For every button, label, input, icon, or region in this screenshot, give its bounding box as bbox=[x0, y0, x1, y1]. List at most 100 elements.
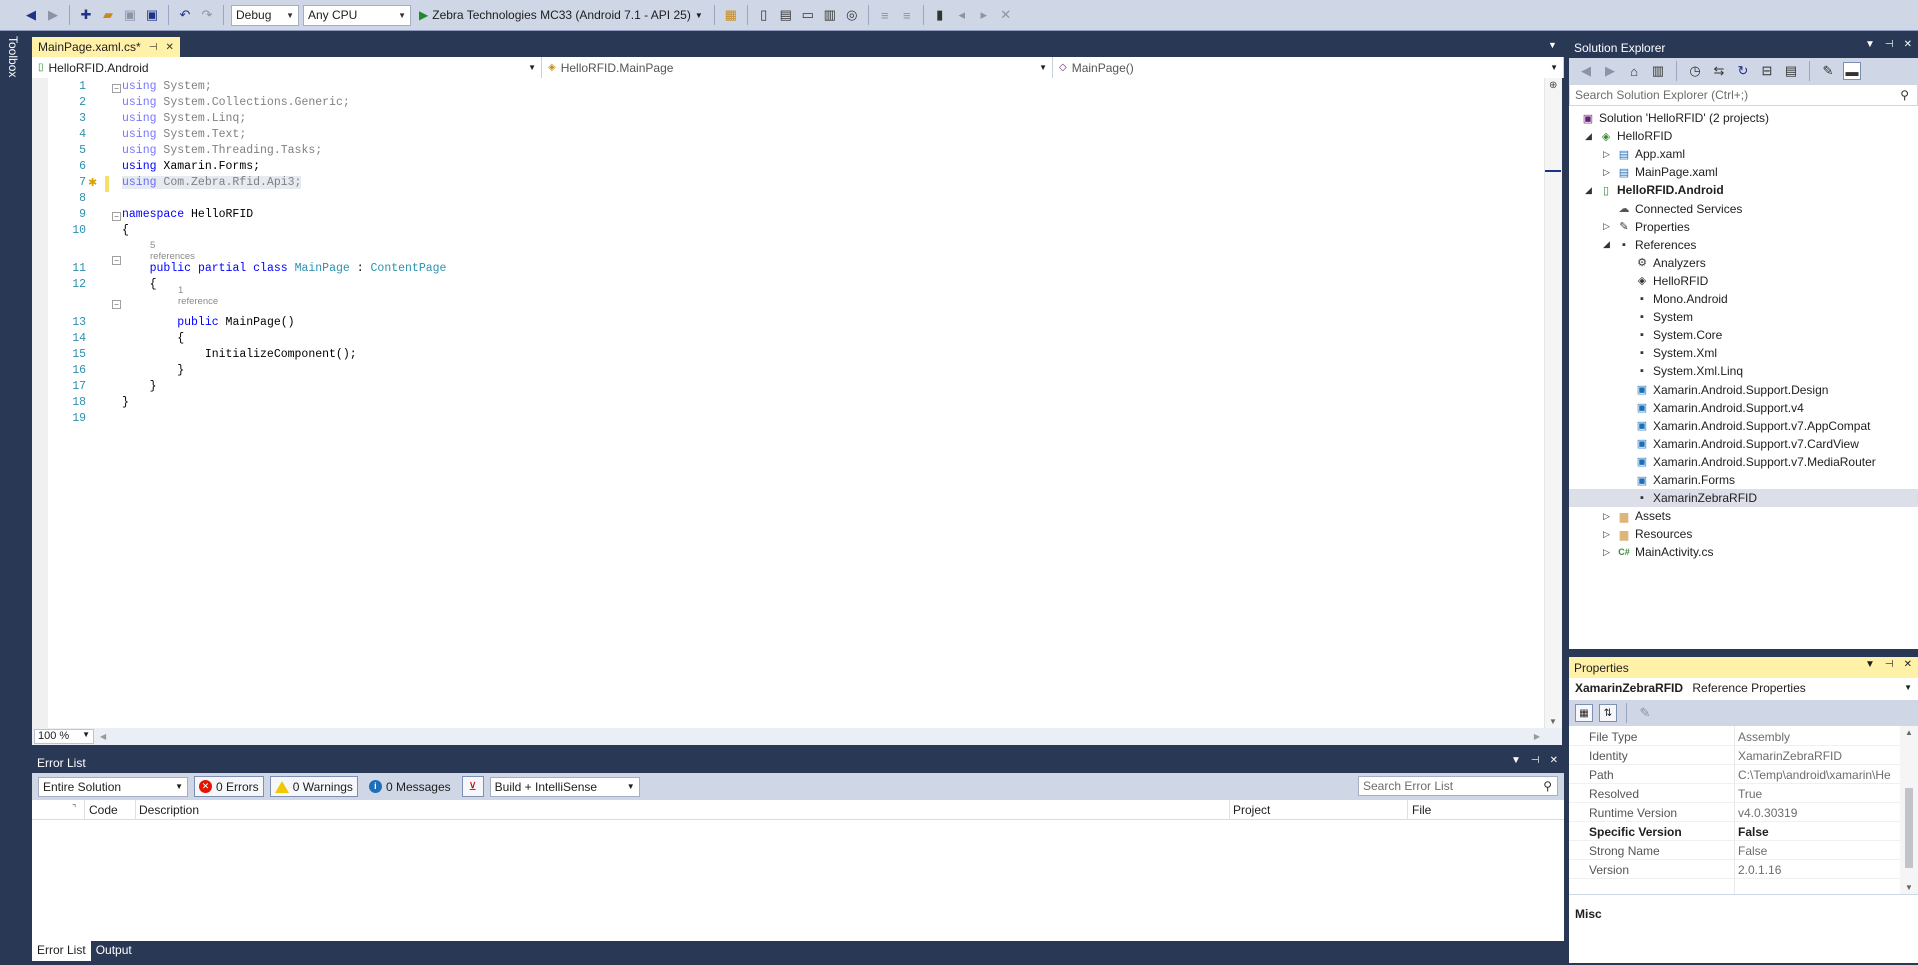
code-line[interactable]: { bbox=[122, 332, 184, 345]
scroll-down-icon[interactable]: ▼ bbox=[1549, 717, 1557, 726]
pending-changes-filter-icon[interactable]: ◷ bbox=[1686, 62, 1704, 80]
tree-item[interactable]: ◈ HelloRFID bbox=[1569, 272, 1918, 290]
expand-arrow-icon[interactable]: ▷ bbox=[1603, 529, 1610, 540]
editor-vertical-scrollbar[interactable]: ⊕ ▼ bbox=[1544, 78, 1562, 728]
previous-bookmark-icon[interactable]: ◂ bbox=[953, 6, 971, 24]
property-row[interactable]: Identity XamarinZebraRFID bbox=[1569, 746, 1900, 765]
expand-arrow-icon[interactable]: ▷ bbox=[1603, 547, 1610, 558]
split-icon[interactable]: ⊕ bbox=[1549, 80, 1557, 91]
uncomment-icon[interactable]: ≡ bbox=[898, 6, 916, 24]
tree-item[interactable]: ▷ ▤ MainPage.xaml bbox=[1569, 163, 1918, 181]
code-line[interactable]: public MainPage() bbox=[122, 316, 294, 329]
code-line[interactable]: } bbox=[122, 396, 129, 409]
zoom-select[interactable]: 100 % ▼ bbox=[34, 729, 94, 744]
project-nav-select[interactable]: ▯ HelloRFID.Android ▼ bbox=[32, 57, 542, 78]
errors-filter-button[interactable]: ✕ 0 Errors bbox=[194, 776, 264, 797]
scroll-right-icon[interactable]: ▶ bbox=[1534, 732, 1540, 741]
back-icon[interactable]: ◀ bbox=[1577, 62, 1595, 80]
alphabetical-icon[interactable]: ⇅ bbox=[1599, 704, 1617, 722]
column-header-description[interactable]: Description bbox=[139, 803, 199, 817]
property-row[interactable]: Runtime Version v4.0.30319 bbox=[1569, 803, 1900, 822]
navigate-forward-icon[interactable]: ▶ bbox=[44, 6, 62, 24]
preview-icon[interactable]: ▬ bbox=[1843, 62, 1861, 80]
build-source-select[interactable]: Build + IntelliSense ▼ bbox=[489, 776, 640, 797]
tree-item[interactable]: ◢ ▯ HelloRFID.Android bbox=[1569, 181, 1918, 199]
tree-item[interactable]: ▣ Xamarin.Forms bbox=[1569, 471, 1918, 489]
property-row[interactable]: Path C:\Temp\android\xamarin\He bbox=[1569, 765, 1900, 784]
property-row[interactable]: Strong Name False bbox=[1569, 841, 1900, 860]
pin-icon[interactable]: ⊣ bbox=[1531, 755, 1540, 766]
code-line[interactable]: using System.Collections.Generic; bbox=[122, 96, 350, 109]
show-all-files-icon[interactable]: ▤ bbox=[1782, 62, 1800, 80]
property-row[interactable]: Resolved True bbox=[1569, 784, 1900, 803]
column-header-code[interactable]: Code bbox=[89, 803, 118, 817]
collapse-region-icon[interactable]: − bbox=[112, 212, 121, 221]
code-line[interactable]: using System; bbox=[122, 80, 212, 93]
pin-icon[interactable]: ⊣ bbox=[1885, 39, 1894, 50]
properties-wrench-icon[interactable]: ✎ bbox=[1819, 62, 1837, 80]
live-player-icon[interactable]: ◎ bbox=[843, 6, 861, 24]
device-manager-icon[interactable]: ▦ bbox=[722, 6, 740, 24]
dropdown-icon[interactable]: ▼ bbox=[1511, 755, 1521, 766]
property-row[interactable]: Version 2.0.1.16 bbox=[1569, 860, 1900, 879]
codelens-references[interactable]: 5 references bbox=[150, 240, 195, 262]
navigate-back-icon[interactable]: ◀ bbox=[22, 6, 40, 24]
property-grid-scrollbar[interactable]: ▲ ▼ bbox=[1900, 726, 1918, 894]
bookmark-icon[interactable]: ▮ bbox=[931, 6, 949, 24]
collapse-arrow-icon[interactable]: ◢ bbox=[1585, 131, 1592, 142]
collapse-arrow-icon[interactable]: ◢ bbox=[1603, 239, 1610, 250]
expand-arrow-icon[interactable]: ▷ bbox=[1603, 167, 1610, 178]
tab-overflow-icon[interactable]: ▼ bbox=[1548, 40, 1557, 50]
error-search-input[interactable]: Search Error List ⚲ bbox=[1358, 776, 1558, 796]
tree-item[interactable]: ☁ Connected Services bbox=[1569, 200, 1918, 218]
collapse-arrow-icon[interactable]: ◢ bbox=[1585, 185, 1592, 196]
save-icon[interactable]: ▣ bbox=[121, 6, 139, 24]
categorized-icon[interactable]: ▦ bbox=[1575, 704, 1593, 722]
solution-search-input[interactable]: Search Solution Explorer (Ctrl+;) ⚲ bbox=[1569, 84, 1918, 106]
tree-item[interactable]: ▪ Mono.Android bbox=[1569, 290, 1918, 308]
home-icon[interactable]: ⌂ bbox=[1625, 62, 1643, 80]
pin-icon[interactable]: ⊣ bbox=[1885, 659, 1894, 670]
error-scope-select[interactable]: Entire Solution ▼ bbox=[38, 776, 188, 797]
solution-platform-select[interactable]: Any CPU ▼ bbox=[303, 4, 411, 26]
forward-icon[interactable]: ▶ bbox=[1601, 62, 1619, 80]
collapse-all-icon[interactable]: ⊟ bbox=[1758, 62, 1776, 80]
tree-item[interactable]: ▣ Xamarin.Android.Support.v7.AppCompat bbox=[1569, 417, 1918, 435]
next-bookmark-icon[interactable]: ▸ bbox=[975, 6, 993, 24]
tree-item[interactable]: ▣ Xamarin.Android.Support.v7.CardView bbox=[1569, 435, 1918, 453]
code-line[interactable]: using Com.Zebra.Rfid.Api3; bbox=[122, 176, 302, 189]
code-line[interactable]: { bbox=[122, 224, 129, 237]
comment-icon[interactable]: ≡ bbox=[876, 6, 894, 24]
device-log-icon[interactable]: ▤ bbox=[777, 6, 795, 24]
collapse-region-icon[interactable]: − bbox=[112, 84, 121, 93]
expand-arrow-icon[interactable]: ▷ bbox=[1603, 221, 1610, 232]
save-all-icon[interactable]: ▣ bbox=[143, 6, 161, 24]
tree-item[interactable]: ▪ System.Core bbox=[1569, 326, 1918, 344]
messages-filter-button[interactable]: i 0 Messages bbox=[364, 776, 456, 797]
switch-views-icon[interactable]: ▥ bbox=[1649, 62, 1667, 80]
tree-item[interactable]: ▷ ▆ Resources bbox=[1569, 525, 1918, 543]
code-line[interactable]: { bbox=[122, 278, 157, 291]
start-debugging-button[interactable]: ▶ Zebra Technologies MC33 (Android 7.1 -… bbox=[415, 5, 707, 26]
tree-item[interactable]: ▣ Xamarin.Android.Support.v7.MediaRouter bbox=[1569, 453, 1918, 471]
code-line[interactable]: public partial class MainPage : ContentP… bbox=[122, 262, 447, 275]
properties-object-select[interactable]: XamarinZebraRFID Reference Properties ▼ bbox=[1569, 678, 1918, 700]
tree-item[interactable]: ▪ XamarinZebraRFID bbox=[1569, 489, 1918, 508]
code-line[interactable]: } bbox=[122, 380, 157, 393]
warnings-filter-button[interactable]: 0 Warnings bbox=[269, 776, 358, 797]
solution-configuration-select[interactable]: Debug ▼ bbox=[231, 4, 299, 26]
pin-icon[interactable]: ⊣ bbox=[149, 42, 158, 53]
tree-item[interactable]: ⚙ Analyzers bbox=[1569, 254, 1918, 272]
collapse-region-icon[interactable]: − bbox=[112, 256, 121, 265]
scroll-down-icon[interactable]: ▼ bbox=[1905, 883, 1913, 892]
close-icon[interactable]: ✕ bbox=[165, 42, 173, 53]
tree-item[interactable]: ▷ C# MainActivity.cs bbox=[1569, 543, 1918, 561]
expand-arrow-icon[interactable]: ▷ bbox=[1603, 149, 1610, 160]
sync-icon[interactable]: ⇆ bbox=[1710, 62, 1728, 80]
android-sdk-icon[interactable]: ▯ bbox=[755, 6, 773, 24]
column-header-file[interactable]: File bbox=[1412, 803, 1431, 817]
tree-item[interactable]: ▣ Xamarin.Android.Support.v4 bbox=[1569, 399, 1918, 417]
lightbulb-icon[interactable]: ✱ bbox=[88, 176, 97, 189]
filter-button[interactable]: ⊻ bbox=[461, 776, 484, 797]
code-line[interactable]: } bbox=[122, 364, 184, 377]
